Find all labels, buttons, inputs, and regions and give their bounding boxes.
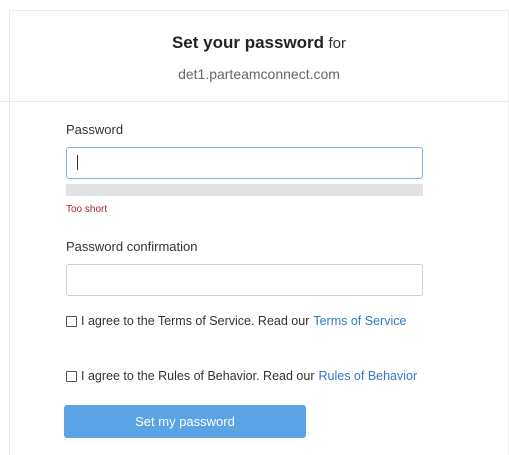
password-confirmation-label: Password confirmation: [66, 239, 198, 254]
form-header: Set your password for det1.parteamconnec…: [10, 11, 508, 101]
password-label: Password: [66, 122, 124, 137]
password-strength-message: Too short: [66, 204, 108, 215]
terms-checkbox[interactable]: [66, 315, 77, 327]
page-title: Set your password for: [10, 33, 508, 53]
password-input[interactable]: [66, 147, 423, 179]
header-divider: [0, 101, 509, 102]
terms-agreement-row: I agree to the Terms of Service. Read ou…: [66, 314, 406, 328]
behavior-agreement-row: I agree to the Rules of Behavior. Read o…: [66, 369, 417, 383]
behavior-agreement-text: I agree to the Rules of Behavior. Read o…: [81, 369, 315, 383]
text-caret: [77, 155, 78, 170]
rules-of-behavior-link[interactable]: Rules of Behavior: [318, 369, 417, 383]
page-title-bold: Set your password: [171, 33, 325, 52]
terms-of-service-link[interactable]: Terms of Service: [313, 314, 406, 328]
domain-name: det1.parteamconnect.com: [178, 66, 340, 82]
terms-agreement-text: I agree to the Terms of Service. Read ou…: [81, 314, 310, 328]
password-confirmation-input[interactable]: [66, 264, 423, 296]
behavior-checkbox[interactable]: [66, 370, 77, 382]
password-strength-bar: [66, 184, 423, 196]
page-title-suffix: for: [328, 35, 347, 52]
set-password-page: Set your password for det1.parteamconnec…: [0, 0, 509, 455]
set-password-button[interactable]: Set my password: [64, 405, 306, 438]
